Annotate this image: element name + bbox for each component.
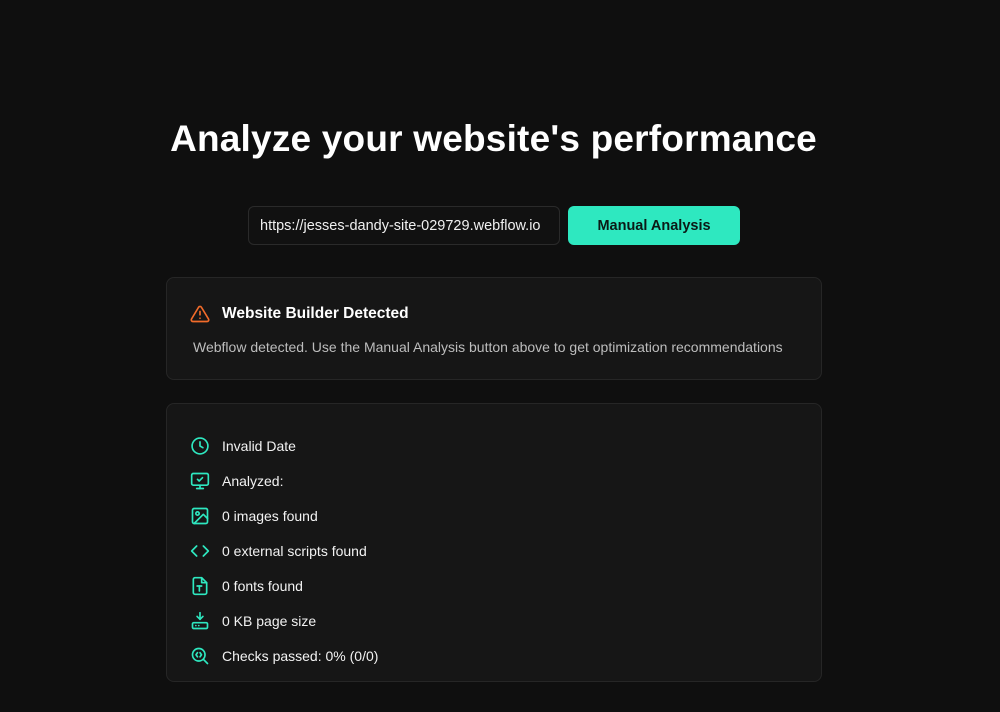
manual-analysis-button[interactable]: Manual Analysis bbox=[568, 206, 740, 245]
stat-row-analyzed: Analyzed: bbox=[190, 463, 378, 498]
image-icon bbox=[190, 506, 210, 526]
stat-text: 0 images found bbox=[222, 507, 318, 524]
code-icon bbox=[190, 541, 210, 561]
stat-text: 0 fonts found bbox=[222, 577, 303, 594]
stat-text: 0 KB page size bbox=[222, 612, 317, 629]
builder-detected-alert: Website Builder Detected Webflow detecte… bbox=[166, 277, 822, 380]
stat-text: Invalid Date bbox=[222, 437, 296, 454]
alert-title: Website Builder Detected bbox=[222, 305, 409, 322]
alert-message: Webflow detected. Use the Manual Analysi… bbox=[193, 339, 783, 355]
search-check-icon bbox=[190, 646, 210, 666]
stat-text: 0 external scripts found bbox=[222, 542, 367, 559]
font-file-icon bbox=[190, 576, 210, 596]
monitor-check-icon bbox=[190, 471, 210, 491]
alert-header: Website Builder Detected bbox=[190, 304, 409, 324]
page: Analyze your website's performance Manua… bbox=[0, 0, 1000, 712]
analysis-stats-card: Invalid Date Analyzed: 0 images found 0 … bbox=[166, 403, 822, 682]
stat-text: Analyzed: bbox=[222, 472, 284, 489]
stat-row-checks: Checks passed: 0% (0/0) bbox=[190, 638, 378, 673]
download-drive-icon bbox=[190, 611, 210, 631]
stat-row-page-size: 0 KB page size bbox=[190, 603, 378, 638]
stat-row-scripts: 0 external scripts found bbox=[190, 533, 378, 568]
stat-row-date: Invalid Date bbox=[190, 428, 378, 463]
stats-list: Invalid Date Analyzed: 0 images found 0 … bbox=[190, 428, 378, 673]
stat-text: Checks passed: 0% (0/0) bbox=[222, 647, 379, 664]
page-title: Analyze your website's performance bbox=[170, 118, 817, 159]
stat-row-fonts: 0 fonts found bbox=[190, 568, 378, 603]
warning-icon bbox=[190, 304, 210, 324]
stat-row-images: 0 images found bbox=[190, 498, 378, 533]
url-input[interactable] bbox=[248, 206, 560, 245]
clock-icon bbox=[190, 436, 210, 456]
